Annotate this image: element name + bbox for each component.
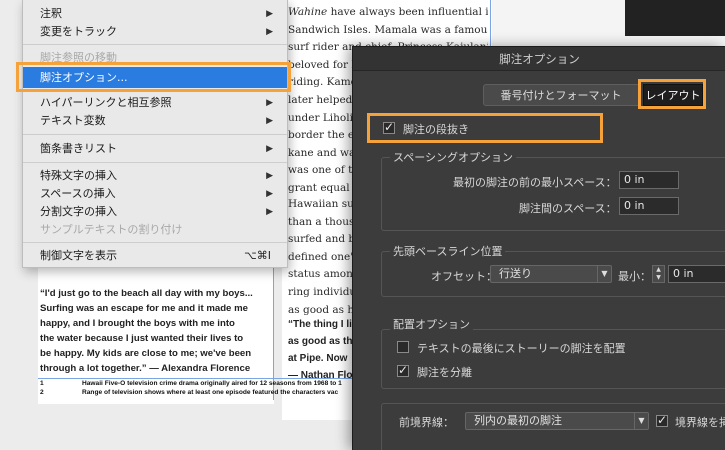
menu-item-label: 制御文字を表示: [40, 249, 117, 262]
menu-separator: [23, 44, 287, 45]
menu-item-insert-break-character[interactable]: 分割文字の挿入 ▶: [23, 203, 287, 221]
end-of-story-checkbox[interactable]: [397, 341, 409, 353]
min-space-label: 最初の脚注の前の最小スペース：: [453, 176, 617, 189]
menu-item-label: 特殊文字の挿入: [40, 169, 117, 182]
pull-quote-line: through a lot together.” — Alexandra Flo…: [40, 363, 251, 374]
footnote-row: 1 Hawaii Five-O television crime drama o…: [38, 379, 352, 388]
submenu-arrow-icon: ▶: [266, 171, 273, 181]
end-of-story-label: テキストの最後にストーリーの脚注を配置: [417, 342, 626, 355]
pull-quote-line: the water because I just wanted their li…: [40, 333, 244, 344]
offset-label: オフセット：: [431, 270, 497, 283]
rule-above-label: 前境界線：: [399, 416, 454, 429]
submenu-arrow-icon: ▶: [266, 144, 273, 154]
space-between-input[interactable]: 0 in: [619, 197, 679, 215]
first-baseline-title: 先頭ベースライン位置: [390, 243, 506, 259]
submenu-arrow-icon: ▶: [266, 207, 273, 217]
pull-quote-left: “I'd just go to the beach all day with m…: [40, 286, 272, 376]
context-menu: 注釈 ▶ 変更をトラック ▶ 脚注参照の移動 脚注オプション... ハイパーリン…: [22, 0, 288, 268]
chevron-down-icon: ▼: [634, 413, 648, 429]
submenu-arrow-icon: ▶: [266, 189, 273, 199]
pull-quote-line: happy, and I brought the boys with me in…: [40, 318, 235, 329]
menu-item-track-changes[interactable]: 変更をトラック ▶: [23, 23, 287, 41]
menu-item-fill-placeholder-text: サンプルテキストの割り付け: [23, 221, 287, 239]
rule-on-label: 境界線を挿: [675, 416, 725, 429]
rule-above-select-value: 列内の最初の脚注: [474, 414, 562, 427]
footnote-area: 1 Hawaii Five-O television crime drama o…: [38, 378, 352, 402]
menu-item-label: テキスト変数: [40, 114, 106, 127]
footnote-options-dialog: 脚注オプション 番号付けとフォーマット レイアウト 脚注の段抜き スペーシングオ…: [352, 46, 725, 450]
footnote-number: 1: [40, 380, 44, 387]
menu-item-label: サンプルテキストの割り付け: [40, 223, 183, 236]
offset-select[interactable]: 行送り ▼: [490, 265, 612, 283]
split-footnotes-checkbox[interactable]: [397, 363, 409, 377]
split-footnotes-label: 脚注を分離: [417, 366, 472, 379]
chevron-down-icon: ▼: [597, 266, 611, 282]
menu-item-hyperlinks-cross-references[interactable]: ハイパーリンクと相互参照 ▶: [23, 94, 287, 112]
body-text-line: Wahine have always been influential in t…: [288, 6, 488, 18]
dialog-title: 脚注オプション: [499, 52, 580, 66]
submenu-arrow-icon: ▶: [266, 116, 273, 126]
body-text-line: Sandwich Isles. Mamala was a famous Oahu: [288, 23, 488, 36]
menu-item-bullets-numbering[interactable]: 箇条書きリスト ▶: [23, 140, 287, 158]
min-input[interactable]: 0 in: [668, 265, 725, 283]
callout-outline-menu-item: [16, 62, 291, 92]
menu-item-insert-white-space[interactable]: スペースの挿入 ▶: [23, 185, 287, 203]
placement-options-title: 配置オプション: [390, 316, 473, 332]
submenu-arrow-icon: ▶: [266, 98, 273, 108]
pull-quote-line: Surfing was an escape for me and it made…: [40, 303, 248, 314]
min-stepper[interactable]: ▲ ▼: [652, 265, 665, 283]
menu-item-label: 変更をトラック: [40, 25, 117, 38]
menu-item-label: 分割文字の挿入: [40, 205, 117, 218]
callout-outline-checkbox: [367, 113, 603, 143]
spacing-options-title: スペーシングオプション: [390, 149, 517, 165]
dialog-titlebar[interactable]: 脚注オプション: [353, 47, 725, 71]
tab-label: 番号付けとフォーマット: [500, 89, 622, 102]
placement-options-group: [381, 329, 725, 389]
menu-item-show-hidden-characters[interactable]: 制御文字を表示 ⌥⌘I: [23, 247, 287, 265]
rule-on-checkbox[interactable]: [656, 413, 668, 427]
menu-item-comments[interactable]: 注釈 ▶: [23, 5, 287, 23]
submenu-arrow-icon: ▶: [266, 27, 273, 37]
tab-numbering-formatting[interactable]: 番号付けとフォーマット: [483, 84, 639, 106]
menu-item-label: 箇条書きリスト: [40, 142, 117, 155]
menu-item-insert-special-character[interactable]: 特殊文字の挿入 ▶: [23, 167, 287, 185]
keyboard-shortcut: ⌥⌘I: [244, 249, 271, 262]
callout-outline-tab: [638, 79, 706, 109]
pull-quote-line: “I'd just go to the beach all day with m…: [40, 288, 253, 299]
footnote-text: Range of television shows where at least…: [82, 389, 339, 396]
menu-separator: [23, 134, 287, 135]
menu-item-label: スペースの挿入: [40, 187, 116, 200]
submenu-arrow-icon: ▶: [266, 9, 273, 19]
menu-item-label: 注釈: [40, 7, 62, 20]
min-space-input[interactable]: 0 in: [619, 171, 679, 189]
menu-separator: [23, 242, 287, 243]
footnote-number: 2: [40, 389, 44, 396]
menu-separator: [23, 162, 287, 163]
menu-item-text-variables[interactable]: テキスト変数 ▶: [23, 112, 287, 130]
spacing-options-group: [381, 157, 725, 231]
menu-item-label: ハイパーリンクと相互参照: [40, 96, 172, 109]
pasteboard-dark-area: [625, 0, 725, 36]
space-between-label: 脚注間のスペース：: [519, 202, 617, 215]
footnote-text: Hawaii Five-O television crime drama ori…: [82, 380, 342, 387]
pull-quote-line: be happy. My kids are close to me; we've…: [40, 348, 252, 359]
min-label: 最小：: [618, 270, 651, 283]
rule-above-select[interactable]: 列内の最初の脚注 ▼: [465, 412, 649, 430]
offset-select-value: 行送り: [499, 267, 532, 280]
footnote-row: 2 Range of television shows where at lea…: [38, 388, 352, 397]
